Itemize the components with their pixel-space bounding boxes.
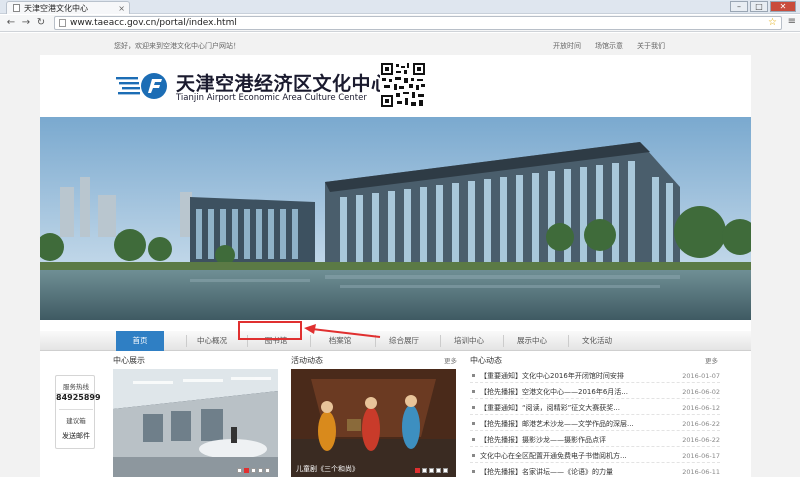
tab-close-icon[interactable]: × [118, 4, 125, 13]
qr-code-icon [380, 62, 426, 108]
news-date: 2016-06-02 [682, 388, 720, 396]
news-item[interactable]: 【重要通知】文化中心2016年开闭馆时间安排 2016-01-07 [470, 369, 720, 383]
stage-play-photo [291, 369, 456, 477]
nav-display-center[interactable]: 展示中心 [504, 331, 560, 351]
carousel-dot[interactable] [436, 468, 441, 473]
bullet-icon [472, 406, 475, 409]
forward-arrow-icon[interactable]: → [19, 16, 33, 30]
browser-titlebar: 天津空港文化中心 × – □ ✕ [0, 0, 800, 14]
bullet-icon [472, 438, 475, 441]
site-name-cn: 天津空港经济区文化中心 [176, 73, 391, 95]
bullet-icon [472, 422, 475, 425]
activity-more-link[interactable]: 更多 [444, 355, 457, 365]
center-news-title: 中心动态 [470, 356, 502, 365]
link-about-us[interactable]: 关于我们 [637, 41, 665, 51]
logo-mark-icon [116, 73, 167, 99]
tab-title: 天津空港文化中心 [24, 3, 88, 13]
carousel-dot[interactable] [265, 468, 270, 473]
reload-icon[interactable]: ↻ [34, 16, 48, 30]
nav-exhibition-hall[interactable]: 综合展厅 [376, 331, 432, 351]
news-item[interactable]: 【抢先播报】邮港艺术沙龙——文学作品的深层... 2016-06-22 [470, 417, 720, 431]
carousel-dots [415, 468, 448, 473]
news-item[interactable]: 【抢先播报】空港文化中心——2016年6月活... 2016-06-02 [470, 385, 720, 399]
nav-home[interactable]: 首页 [116, 331, 164, 351]
site-name-en: Tianjin Airport Economic Area Culture Ce… [176, 93, 367, 103]
bullet-icon [472, 390, 475, 393]
link-opening-hours[interactable]: 开放时间 [553, 41, 581, 51]
browser-toolbar: ← → ↻ www.taeacc.gov.cn/portal/index.htm… [0, 15, 800, 32]
carousel-dot[interactable] [237, 468, 242, 473]
news-date: 2016-06-17 [682, 452, 720, 460]
web-page: 您好，欢迎来到空港文化中心门户网站！ 开放时间 场馆示意 关于我们 天津空港经济… [0, 33, 800, 477]
service-divider [59, 409, 93, 410]
back-arrow-icon[interactable]: ← [4, 16, 18, 30]
suggestion-box-label[interactable]: 建议箱 [56, 415, 96, 425]
news-date: 2016-06-22 [682, 436, 720, 444]
news-item[interactable]: 【重要通知】“阅读，阅精彩”征文大赛获奖... 2016-06-12 [470, 401, 720, 415]
nav-center-overview[interactable]: 中心概况 [187, 331, 237, 351]
news-date: 2016-06-12 [682, 404, 720, 412]
nav-cultural-activities[interactable]: 文化活动 [569, 331, 625, 351]
minimize-button[interactable]: – [730, 1, 748, 12]
service-box: 服务热线 84925899 建议箱 发送邮件 [55, 375, 101, 449]
carousel-dot[interactable] [415, 468, 420, 473]
news-title[interactable]: 【重要通知】文化中心2016年开闭馆时间安排 [480, 369, 624, 383]
news-title[interactable]: 【抢先播报】空港文化中心——2016年6月活... [480, 385, 628, 399]
window-controls: – □ ✕ [730, 1, 796, 12]
site-topbar: 您好，欢迎来到空港文化中心门户网站！ 开放时间 场馆示意 关于我们 [0, 33, 800, 55]
library-highlight-box [238, 321, 302, 340]
top-links: 开放时间 场馆示意 关于我们 [553, 41, 665, 51]
news-title[interactable]: 【抢先播报】摄影沙龙——摄影作品点评 [480, 433, 606, 447]
banner-image [40, 117, 751, 320]
bullet-icon [472, 374, 475, 377]
carousel-dot[interactable] [258, 468, 263, 473]
news-item[interactable]: 【抢先播报】摄影沙龙——摄影作品点评 2016-06-22 [470, 433, 720, 447]
site-container: 天津空港经济区文化中心 Tianjin Airport Economic Are… [40, 55, 751, 477]
bullet-icon [472, 454, 475, 457]
activity-news-title: 活动动态 [291, 356, 323, 365]
activity-caption: 儿童剧《三个和尚》 [296, 465, 359, 473]
url-text: www.taeacc.gov.cn/portal/index.html [70, 18, 237, 28]
nav-training-center[interactable]: 培训中心 [441, 331, 497, 351]
carousel-dot[interactable] [244, 468, 249, 473]
library-interior-photo [113, 369, 278, 477]
page-icon [59, 19, 66, 27]
news-date: 2016-01-07 [682, 372, 720, 380]
window-close-button[interactable]: ✕ [770, 1, 796, 12]
address-bar[interactable]: www.taeacc.gov.cn/portal/index.html ☆ [54, 16, 782, 30]
news-title[interactable]: 【重要通知】“阅读，阅精彩”征文大赛获奖... [480, 401, 620, 415]
news-title[interactable]: 【抢先播报】邮港艺术沙龙——文学作品的深层... [480, 417, 634, 431]
news-date: 2016-06-22 [682, 420, 720, 428]
main-nav: 首页 中心概况 图书馆 档案馆 综合展厅 培训中心 展示中心 文化活动 [40, 331, 751, 351]
carousel-dot[interactable] [429, 468, 434, 473]
bullet-icon [472, 470, 475, 473]
news-title[interactable]: 文化中心在全区配置开通免费电子书借阅机方... [480, 449, 627, 463]
carousel-dots [237, 468, 270, 473]
menu-icon[interactable]: ≡ [788, 16, 796, 27]
carousel-dot[interactable] [251, 468, 256, 473]
hotline-number: 84925899 [56, 393, 101, 402]
news-title[interactable]: 【抢先播报】名家讲坛——《论语》的力量 [480, 465, 613, 477]
carousel-dot[interactable] [422, 468, 427, 473]
activity-image[interactable]: 儿童剧《三个和尚》 [291, 369, 456, 477]
link-venue-map[interactable]: 场馆示意 [595, 41, 623, 51]
maximize-button[interactable]: □ [750, 1, 768, 12]
welcome-text: 您好，欢迎来到空港文化中心门户网站！ [114, 42, 240, 50]
center-showcase-title: 中心展示 [113, 356, 145, 365]
news-item[interactable]: 文化中心在全区配置开通免费电子书借阅机方... 2016-06-17 [470, 449, 720, 463]
carousel-dot[interactable] [443, 468, 448, 473]
page-icon [13, 4, 20, 12]
news-date: 2016-06-11 [682, 468, 720, 476]
bookmark-star-icon[interactable]: ☆ [768, 17, 777, 28]
red-arrow-icon [304, 324, 381, 338]
browser-tab[interactable]: 天津空港文化中心 × [6, 1, 130, 14]
news-item[interactable]: 【抢先播报】名家讲坛——《论语》的力量 2016-06-11 [470, 465, 720, 477]
send-email-link[interactable]: 发送邮件 [56, 431, 96, 441]
site-header: 天津空港经济区文化中心 Tianjin Airport Economic Are… [40, 55, 751, 117]
news-more-link[interactable]: 更多 [705, 355, 718, 365]
center-showcase-image[interactable] [113, 369, 278, 477]
